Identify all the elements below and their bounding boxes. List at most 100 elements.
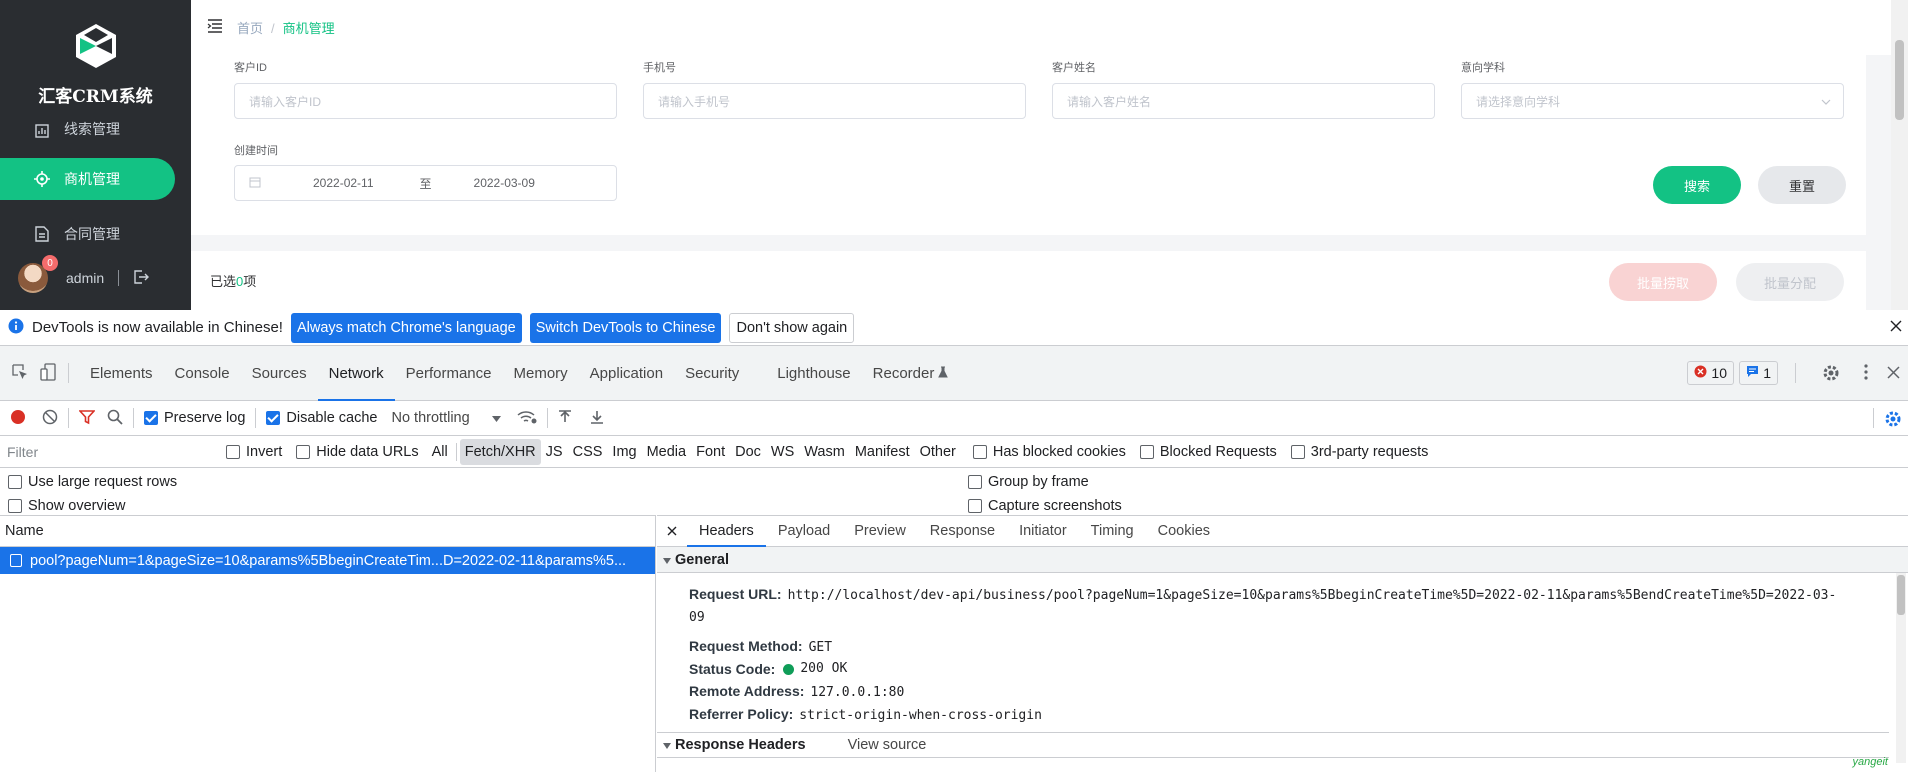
filter-manifest[interactable]: Manifest xyxy=(850,439,915,465)
throttling-select[interactable]: No throttling xyxy=(391,410,501,426)
tab-console[interactable]: Console xyxy=(164,346,241,401)
date-start[interactable]: 2022-02-11 xyxy=(313,176,374,190)
invert-checkbox[interactable]: Invert xyxy=(226,444,282,460)
phone-input[interactable]: 请输入手机号 xyxy=(643,83,1026,119)
preserve-log-checkbox[interactable]: Preserve log xyxy=(144,410,245,426)
filter-wasm[interactable]: Wasm xyxy=(799,439,850,465)
general-section-header[interactable]: General xyxy=(657,547,1908,573)
view-source-link[interactable]: View source xyxy=(848,737,927,753)
scrollbar-thumb[interactable] xyxy=(1897,575,1905,615)
message-counter[interactable]: 1 xyxy=(1739,361,1778,385)
customer-id-input[interactable]: 请输入客户ID xyxy=(234,83,617,119)
close-devtools-icon[interactable] xyxy=(1887,366,1900,382)
hamburger-icon[interactable] xyxy=(207,19,223,36)
column-header-name[interactable]: Name xyxy=(0,515,655,547)
error-counter[interactable]: 10 xyxy=(1687,361,1734,385)
record-icon[interactable] xyxy=(10,409,26,428)
avatar[interactable]: 0 xyxy=(18,255,58,293)
filter-all[interactable]: All xyxy=(427,439,453,465)
breadcrumb-home[interactable]: 首页 xyxy=(237,21,263,36)
tab-recorder[interactable]: Recorder xyxy=(862,346,960,401)
date-range-picker[interactable]: 2022-02-11 至 2022-03-09 xyxy=(234,165,617,201)
filter-js[interactable]: JS xyxy=(541,439,568,465)
show-overview-checkbox[interactable]: Show overview xyxy=(8,498,126,514)
download-icon[interactable] xyxy=(590,410,604,427)
blocked-cookies-checkbox[interactable]: Has blocked cookies xyxy=(972,444,1126,460)
network-conditions-icon[interactable] xyxy=(517,410,537,427)
tab-cookies[interactable]: Cookies xyxy=(1146,515,1222,547)
date-end[interactable]: 2022-03-09 xyxy=(474,176,535,190)
tab-performance[interactable]: Performance xyxy=(395,346,503,401)
filter-css[interactable]: CSS xyxy=(568,439,608,465)
reset-button[interactable]: 重置 xyxy=(1758,166,1846,204)
tab-elements[interactable]: Elements xyxy=(79,346,164,401)
page-scrollbar[interactable] xyxy=(1891,0,1908,310)
checkbox-unchecked[interactable] xyxy=(1290,444,1305,459)
network-settings-icon[interactable] xyxy=(1884,410,1902,431)
response-headers-section-header[interactable]: Response Headers View source xyxy=(657,732,1889,758)
group-by-frame-checkbox[interactable]: Group by frame xyxy=(968,474,1089,490)
filter-icon[interactable] xyxy=(78,409,96,428)
batch-fetch-button[interactable]: 批量捞取 xyxy=(1609,263,1717,301)
checkbox-unchecked[interactable] xyxy=(972,444,987,459)
disable-cache-checkbox[interactable]: Disable cache xyxy=(266,410,377,426)
match-language-button[interactable]: Always match Chrome's language xyxy=(290,312,522,343)
tab-headers[interactable]: Headers xyxy=(687,515,766,547)
checkbox-unchecked[interactable] xyxy=(226,444,240,459)
checkbox-unchecked[interactable] xyxy=(8,475,22,489)
filter-font[interactable]: Font xyxy=(691,439,730,465)
detail-scrollbar[interactable] xyxy=(1896,573,1906,763)
subject-select[interactable]: 请选择意向学科 xyxy=(1461,83,1844,119)
checkbox-checked[interactable] xyxy=(144,411,158,425)
tab-sources[interactable]: Sources xyxy=(241,346,318,401)
username[interactable]: admin xyxy=(66,270,104,286)
blocked-requests-checkbox[interactable]: Blocked Requests xyxy=(1139,444,1277,460)
close-icon[interactable] xyxy=(1890,319,1902,335)
device-toolbar-icon[interactable] xyxy=(40,362,58,384)
sidebar-item-leads[interactable]: 线索管理 xyxy=(0,113,175,143)
checkbox-unchecked[interactable] xyxy=(968,499,982,513)
filter-media[interactable]: Media xyxy=(642,439,692,465)
tab-preview[interactable]: Preview xyxy=(842,515,918,547)
more-vert-icon[interactable] xyxy=(1864,364,1868,383)
filter-ws[interactable]: WS xyxy=(766,439,799,465)
checkbox-unchecked[interactable] xyxy=(1139,444,1154,459)
filter-other[interactable]: Other xyxy=(915,439,961,465)
request-row[interactable]: pool?pageNum=1&pageSize=10&params%5Bbegi… xyxy=(0,547,655,574)
checkbox-unchecked[interactable] xyxy=(296,444,311,459)
filter-doc[interactable]: Doc xyxy=(730,439,766,465)
tab-network[interactable]: Network xyxy=(317,346,395,401)
filter-img[interactable]: Img xyxy=(607,439,641,465)
third-party-checkbox[interactable]: 3rd-party requests xyxy=(1290,444,1428,460)
switch-chinese-button[interactable]: Switch DevTools to Chinese xyxy=(529,312,722,343)
checkbox-checked[interactable] xyxy=(266,411,281,425)
upload-icon[interactable] xyxy=(558,409,572,427)
tab-memory[interactable]: Memory xyxy=(503,346,579,401)
checkbox-unchecked[interactable] xyxy=(8,499,22,513)
logout-icon[interactable] xyxy=(133,269,150,287)
large-rows-checkbox[interactable]: Use large request rows xyxy=(8,474,177,490)
checkbox-unchecked[interactable] xyxy=(968,475,982,489)
scrollbar-thumb[interactable] xyxy=(1895,40,1904,120)
dont-show-again-button[interactable]: Don't show again xyxy=(729,312,855,343)
sidebar-item-contracts[interactable]: 合同管理 xyxy=(0,213,175,255)
tab-initiator[interactable]: Initiator xyxy=(1007,515,1079,547)
gear-icon[interactable] xyxy=(1822,364,1840,385)
capture-screenshots-checkbox[interactable]: Capture screenshots xyxy=(968,498,1122,514)
tab-timing[interactable]: Timing xyxy=(1079,515,1146,547)
inspect-icon[interactable] xyxy=(12,363,28,383)
search-button[interactable]: 搜索 xyxy=(1653,166,1741,204)
search-icon[interactable] xyxy=(107,409,123,428)
close-detail-icon[interactable] xyxy=(657,523,687,539)
tab-lighthouse[interactable]: Lighthouse xyxy=(766,346,861,401)
customer-name-input[interactable]: 请输入客户姓名 xyxy=(1052,83,1435,119)
hide-data-urls-checkbox[interactable]: Hide data URLs xyxy=(296,444,419,460)
sidebar-item-opportunities[interactable]: 商机管理 xyxy=(0,158,175,200)
tab-response[interactable]: Response xyxy=(918,515,1007,547)
filter-fetch-xhr[interactable]: Fetch/XHR xyxy=(459,438,541,465)
tab-security[interactable]: Security xyxy=(674,346,750,401)
tab-payload[interactable]: Payload xyxy=(766,515,842,547)
clear-icon[interactable] xyxy=(42,409,58,428)
batch-assign-button[interactable]: 批量分配 xyxy=(1736,263,1844,301)
filter-input[interactable]: Filter xyxy=(3,440,210,464)
